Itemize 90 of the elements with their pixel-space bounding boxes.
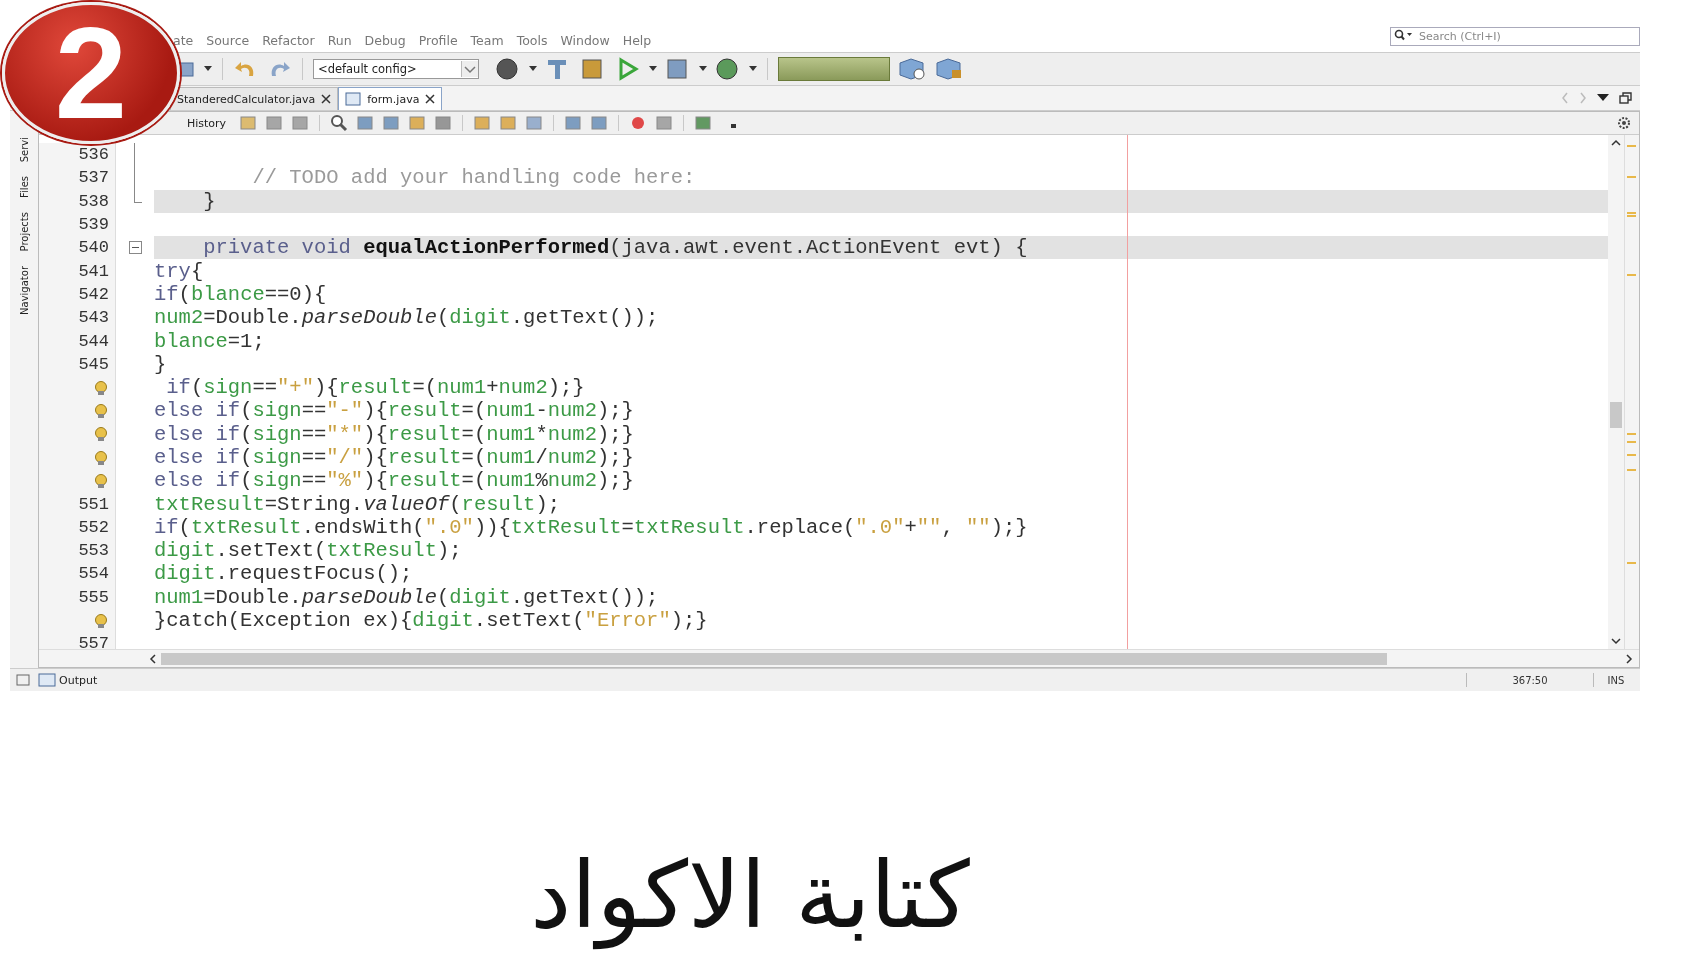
line-number: 551 — [78, 494, 109, 514]
cube-icon[interactable] — [897, 57, 927, 81]
side-panel-tab[interactable]: Navigator — [18, 265, 30, 315]
caret-icon[interactable] — [529, 66, 537, 72]
menu-item[interactable]: Window — [560, 33, 610, 48]
code-line: num2=Double.parseDouble(digit.getText()); — [154, 306, 659, 330]
dropdown-icon[interactable] — [1597, 94, 1609, 102]
line-number: 554 — [78, 564, 109, 584]
close-icon[interactable] — [321, 94, 332, 104]
lightbulb-icon[interactable] — [93, 472, 109, 489]
editor-tab[interactable]: StanderedCalculator.java — [170, 87, 339, 110]
code-line: digit.requestFocus(); — [154, 562, 413, 586]
menu-item[interactable]: Help — [622, 33, 652, 48]
window-icon — [38, 673, 56, 687]
cube-icon[interactable] — [934, 57, 964, 81]
line-number: 545 — [78, 354, 109, 374]
caret-icon[interactable] — [749, 66, 757, 72]
code-line: } — [202, 189, 216, 213]
code-line: else if(sign=="/"){result=(num1/num2);} — [154, 446, 634, 469]
output-tab[interactable]: Output — [38, 673, 98, 687]
menu-item[interactable]: Debug — [364, 33, 406, 48]
menu-item[interactable]: Source — [206, 33, 250, 48]
code-line: if(sign=="+"){result=(num1+num2);} — [165, 376, 585, 400]
file-icon — [345, 92, 362, 106]
caret-icon[interactable] — [204, 66, 212, 72]
lightbulb-icon[interactable] — [93, 449, 109, 466]
scrollbar-thumb[interactable] — [1610, 401, 1622, 428]
cursor-position: 367:50 — [1511, 674, 1549, 686]
line-number: 553 — [78, 541, 109, 561]
code-line: if(txtResult.endsWith(".0")){txtResult=txtResult.replace(".0"+"", "");} — [154, 515, 1028, 539]
menu-item[interactable]: Refactor — [262, 33, 315, 48]
insert-mode: INS — [1606, 674, 1626, 686]
menu-item[interactable]: Team — [470, 33, 504, 48]
line-number: 543 — [78, 308, 109, 328]
code-line: else if(sign=="%"){result=(num1%num2);} — [154, 469, 634, 493]
line-number: 537 — [78, 168, 109, 188]
line-number: 538 — [78, 191, 109, 211]
menu-item[interactable]: ate — [173, 33, 194, 48]
code-line: digit.setText(txtResult); — [154, 539, 462, 563]
code-line: } — [154, 352, 167, 376]
code-line: else if(sign=="-"){result=(num1-num2);} — [154, 399, 634, 423]
code-line: num1=Double.parseDouble(digit.getText()); — [154, 585, 659, 609]
stop-icon[interactable] — [654, 114, 675, 132]
line-number: 540 — [78, 238, 109, 258]
line-number: 539 — [78, 215, 109, 235]
search-icon[interactable] — [329, 114, 350, 132]
code-line: // TODO add your handling code here: — [251, 166, 696, 190]
code-line: else if(sign=="*"){result=(num1*num2);} — [154, 422, 634, 446]
scroll-down-icon[interactable] — [1610, 637, 1622, 645]
restore-icon[interactable] — [1619, 92, 1632, 104]
scroll-right-icon[interactable] — [1625, 652, 1633, 665]
menu-item[interactable]: Profile — [418, 33, 458, 48]
line-number: 544 — [78, 331, 109, 351]
line-number: 552 — [78, 517, 109, 537]
code-line: }catch(Exception ex){digit.setText("Error");} — [154, 609, 708, 633]
close-icon[interactable] — [425, 94, 436, 104]
scroll-up-icon[interactable] — [1610, 139, 1622, 147]
line-number: 542 — [78, 284, 109, 304]
side-panel-tab[interactable]: Files — [18, 176, 30, 199]
caret-icon[interactable] — [699, 66, 707, 72]
line-number: 536 — [78, 145, 109, 165]
menu-item[interactable]: Run — [327, 33, 352, 48]
window-icon[interactable] — [16, 674, 30, 686]
caption: كتابة الاكواد — [529, 841, 971, 952]
caret-icon[interactable] — [649, 66, 657, 72]
code-line: txtResult=String.valueOf(result); — [154, 492, 560, 516]
config-dropdown[interactable]: <default config> — [313, 59, 479, 79]
memory-meter[interactable] — [778, 57, 890, 81]
scroll-left-icon[interactable] — [149, 652, 157, 665]
code-line: if(blance==0){ — [154, 282, 327, 306]
scrollbar-thumb[interactable] — [161, 652, 1388, 665]
lightbulb-icon[interactable] — [93, 379, 109, 396]
code-line: private void equalActionPerformed(java.awt.event.ActionEvent evt) { — [202, 236, 1028, 260]
search-icon[interactable] — [1394, 29, 1414, 41]
line-number: 557 — [78, 634, 109, 649]
fold-icon[interactable] — [128, 241, 142, 255]
lightbulb-icon[interactable] — [93, 426, 109, 443]
search-field[interactable]: Search (Ctrl+I) — [1390, 27, 1640, 46]
lightbulb-icon[interactable] — [93, 402, 109, 419]
editor-tab[interactable]: form.java — [338, 87, 443, 110]
side-panel-tab[interactable]: Servi — [18, 137, 30, 163]
history-button[interactable]: History — [181, 116, 233, 130]
code-line: blance=1; — [154, 329, 265, 353]
code-line: try{ — [154, 259, 204, 283]
settings-icon[interactable] — [1617, 116, 1631, 130]
lightbulb-icon[interactable] — [93, 612, 109, 629]
line-number: 541 — [78, 261, 109, 281]
line-number: 555 — [78, 587, 109, 607]
side-panel-tab[interactable]: Projects — [18, 212, 30, 252]
menu-item[interactable]: Tools — [516, 33, 548, 48]
